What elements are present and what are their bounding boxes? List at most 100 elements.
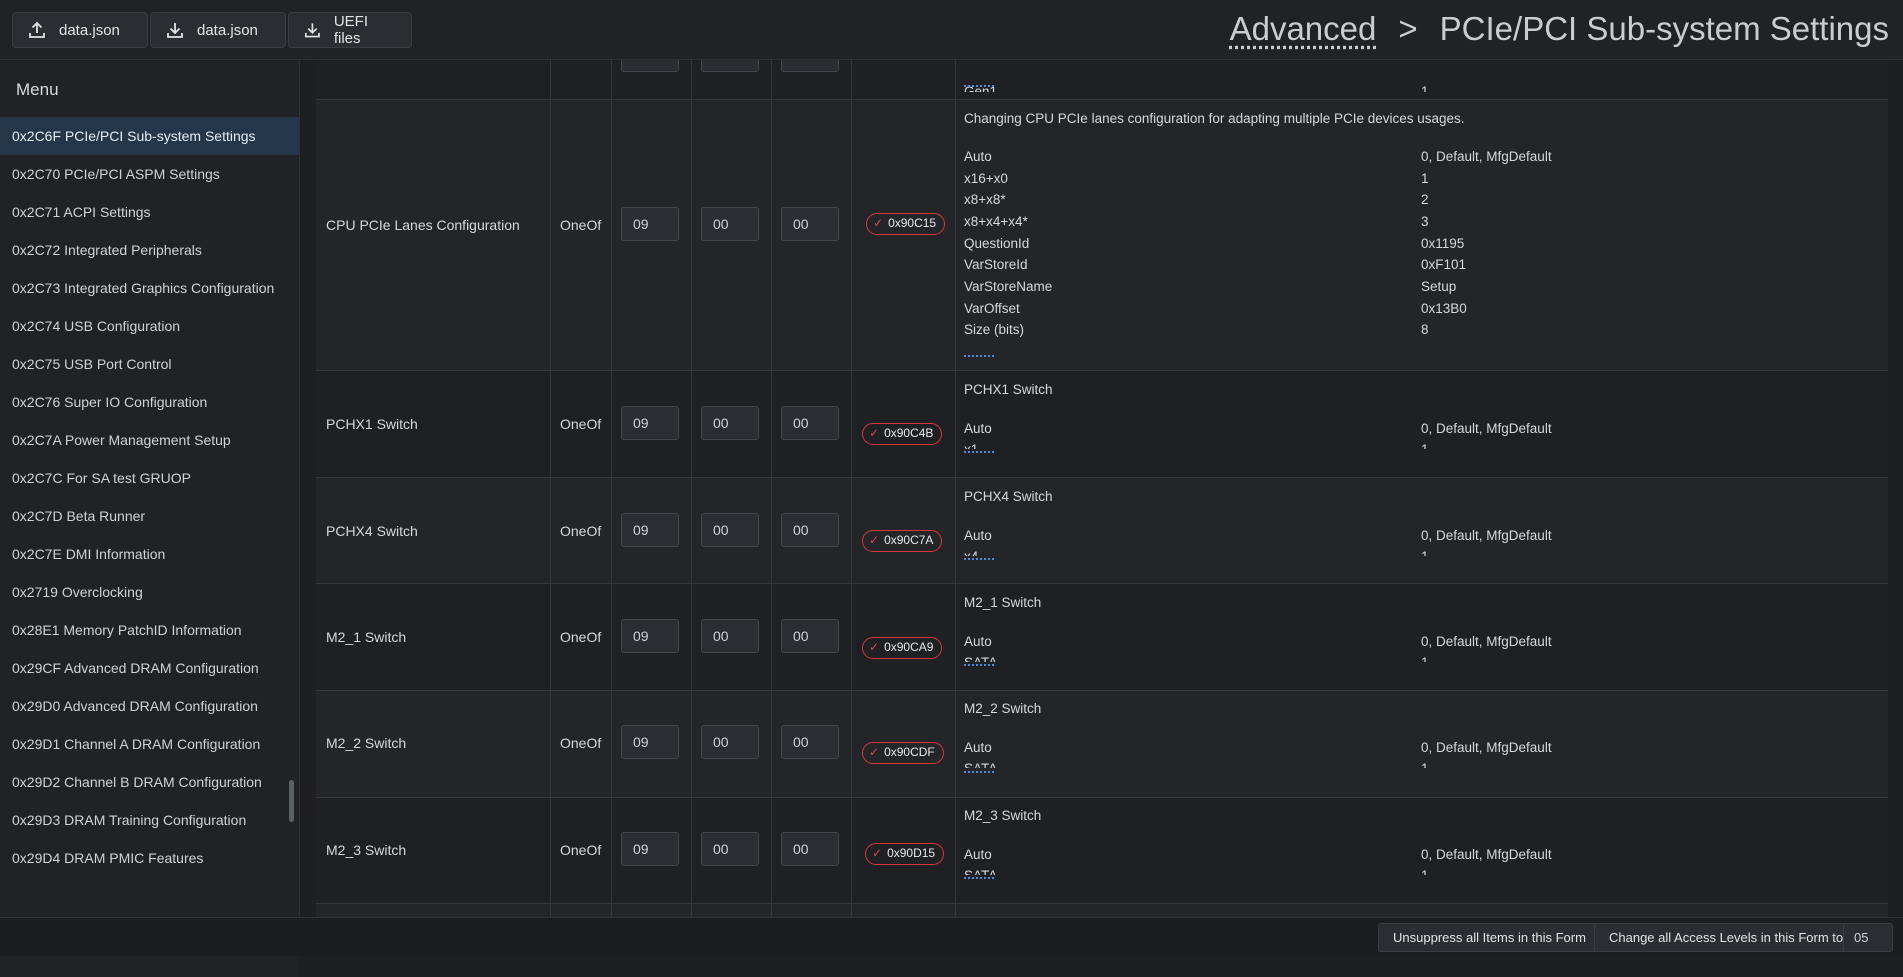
sidebar: Menu 0x2C6F PCIe/PCI Sub-system Settings… (0, 60, 300, 977)
sidebar-item[interactable]: 0x2C71 ACPI Settings (0, 193, 299, 231)
option-value: 1 (1421, 549, 1429, 556)
sidebar-item[interactable]: 0x2C7A Power Management Setup (0, 421, 299, 459)
sidebar-item[interactable]: 0x2C70 PCIe/PCI ASPM Settings (0, 155, 299, 193)
option-label: VarStoreName (964, 279, 1053, 294)
setting-description: M2_3 Switch (964, 808, 1042, 823)
value-field[interactable]: 00 (701, 725, 759, 759)
value-field[interactable]: 00 (701, 513, 759, 547)
expand-more-link[interactable] (964, 355, 994, 357)
form-table: Gen1 1 CPU PCIe Lanes Configuration OneO… (300, 60, 1903, 917)
upload-json-button[interactable]: data.json (12, 12, 148, 48)
expand-more-link[interactable] (964, 771, 994, 773)
expand-more-link[interactable] (964, 451, 994, 453)
sidebar-item-active[interactable]: 0x2C6F PCIe/PCI Sub-system Settings (0, 117, 299, 155)
setting-name: M2_3 Switch (326, 842, 407, 858)
option-label: Auto (964, 528, 992, 543)
sidebar-item[interactable]: 0x2C74 USB Configuration (0, 307, 299, 345)
sidebar-item[interactable]: 0x2C7E DMI Information (0, 535, 299, 573)
setting-type: OneOf (560, 523, 602, 539)
expand-more-link[interactable] (964, 877, 994, 879)
value-field[interactable]: 00 (701, 832, 759, 866)
unsuppress-all-button[interactable]: Unsuppress all Items in this Form (1378, 923, 1601, 952)
expand-more-link[interactable] (964, 558, 994, 560)
value-field[interactable]: 00 (781, 832, 839, 866)
value-field[interactable]: 00 (781, 725, 839, 759)
sidebar-item[interactable]: 0x2C76 Super IO Configuration (0, 383, 299, 421)
access-level-field[interactable]: 09 (621, 513, 679, 547)
sidebar-item[interactable]: 0x2C72 Integrated Peripherals (0, 231, 299, 269)
check-icon: ✓ (869, 745, 880, 759)
value-field[interactable] (701, 60, 759, 72)
download-uefi-button[interactable]: UEFI files (288, 12, 412, 48)
sidebar-item[interactable]: 0x28E1 Memory PatchID Information (0, 611, 299, 649)
offset-badge[interactable]: ✓ 0x90C4B (862, 423, 943, 445)
option-label: SATA (964, 655, 997, 662)
menu-list[interactable]: 0x2C6F PCIe/PCI Sub-system Settings 0x2C… (0, 117, 299, 917)
access-level-input[interactable]: 05 (1843, 923, 1893, 952)
sidebar-item[interactable]: 0x29D4 DRAM PMIC Features (0, 839, 299, 877)
option-value: 0xF101 (1421, 257, 1467, 272)
value-field[interactable]: 00 (781, 207, 839, 241)
check-icon: ✓ (869, 533, 880, 547)
access-level-field[interactable]: 09 (621, 619, 679, 653)
sidebar-item[interactable]: 0x2C73 Integrated Graphics Configuration (0, 269, 299, 307)
value-field[interactable] (621, 60, 679, 72)
sidebar-item[interactable]: 0x2C75 USB Port Control (0, 345, 299, 383)
access-level-field[interactable]: 09 (621, 725, 679, 759)
value-field[interactable]: 00 (701, 406, 759, 440)
value-field[interactable]: 00 (701, 619, 759, 653)
option-label: Auto (964, 740, 992, 755)
setting-name: PCHX4 Switch (326, 523, 418, 539)
sidebar-item[interactable]: 0x29D0 Advanced DRAM Configuration (0, 687, 299, 725)
offset-badge[interactable]: ✓ 0x90CDF (862, 742, 944, 764)
table-row-partial: Gen1 1 (316, 60, 1888, 100)
setting-name: M2_1 Switch (326, 629, 407, 645)
sidebar-item[interactable]: 0x29D3 DRAM Training Configuration (0, 801, 299, 839)
value-field[interactable] (781, 60, 839, 72)
breadcrumb-separator: > (1398, 10, 1418, 47)
offset-badge[interactable]: ✓ 0x90C15 (866, 213, 946, 235)
sidebar-item[interactable]: 0x2719 Overclocking (0, 573, 299, 611)
access-level-field[interactable]: 09 (621, 207, 679, 241)
setting-type: OneOf (560, 629, 602, 645)
expand-more-link[interactable] (964, 664, 994, 666)
sidebar-item[interactable]: 0x2C7C For SA test GRUOP (0, 459, 299, 497)
option-value: 1 (1421, 655, 1429, 662)
offset-badge[interactable]: ✓ 0x90C7A (862, 530, 943, 552)
change-access-levels-button[interactable]: Change all Access Levels in this Form to (1594, 923, 1859, 952)
expand-more-link[interactable] (964, 85, 994, 87)
download-json-label: data.json (197, 21, 258, 39)
download-icon (167, 23, 183, 38)
sidebar-scrollbar[interactable] (289, 780, 294, 822)
download-icon (304, 23, 320, 38)
footer-bar: Unsuppress all Items in this Form Change… (0, 917, 1903, 956)
access-level-field[interactable]: 09 (621, 832, 679, 866)
option-label: x8+x4+x4* (964, 214, 1028, 229)
setting-type: OneOf (560, 735, 602, 751)
value-field[interactable]: 00 (781, 513, 839, 547)
sidebar-item[interactable]: 0x29D1 Channel A DRAM Configuration (0, 725, 299, 763)
setting-type: OneOf (560, 217, 602, 233)
option-label: x1 (964, 442, 978, 449)
value-field[interactable]: 00 (781, 619, 839, 653)
value-field[interactable]: 00 (701, 207, 759, 241)
offset-badge[interactable]: ✓ 0x90D15 (865, 843, 945, 865)
option-value: 1 (1421, 84, 1429, 92)
sidebar-item[interactable]: 0x29CF Advanced DRAM Configuration (0, 649, 299, 687)
option-label: VarOffset (964, 301, 1020, 316)
offset-badge[interactable]: ✓ 0x90CA9 (862, 637, 943, 659)
access-level-field[interactable]: 09 (621, 406, 679, 440)
sidebar-item[interactable]: 0x2C7D Beta Runner (0, 497, 299, 535)
option-value: 8 (1421, 322, 1429, 337)
sidebar-item[interactable]: 0x29D2 Channel B DRAM Configuration (0, 763, 299, 801)
breadcrumb-parent-link[interactable]: Advanced (1230, 10, 1377, 47)
setting-description: M2_2 Switch (964, 701, 1042, 716)
download-json-button[interactable]: data.json (150, 12, 286, 48)
option-value: 1 (1421, 868, 1429, 875)
upload-icon (29, 21, 45, 38)
option-value: 1 (1421, 171, 1429, 186)
offset-badge-label: 0x90D15 (887, 846, 936, 860)
option-value: 0, Default, MfgDefault (1421, 421, 1552, 436)
option-label: x16+x0 (964, 171, 1008, 186)
value-field[interactable]: 00 (781, 406, 839, 440)
